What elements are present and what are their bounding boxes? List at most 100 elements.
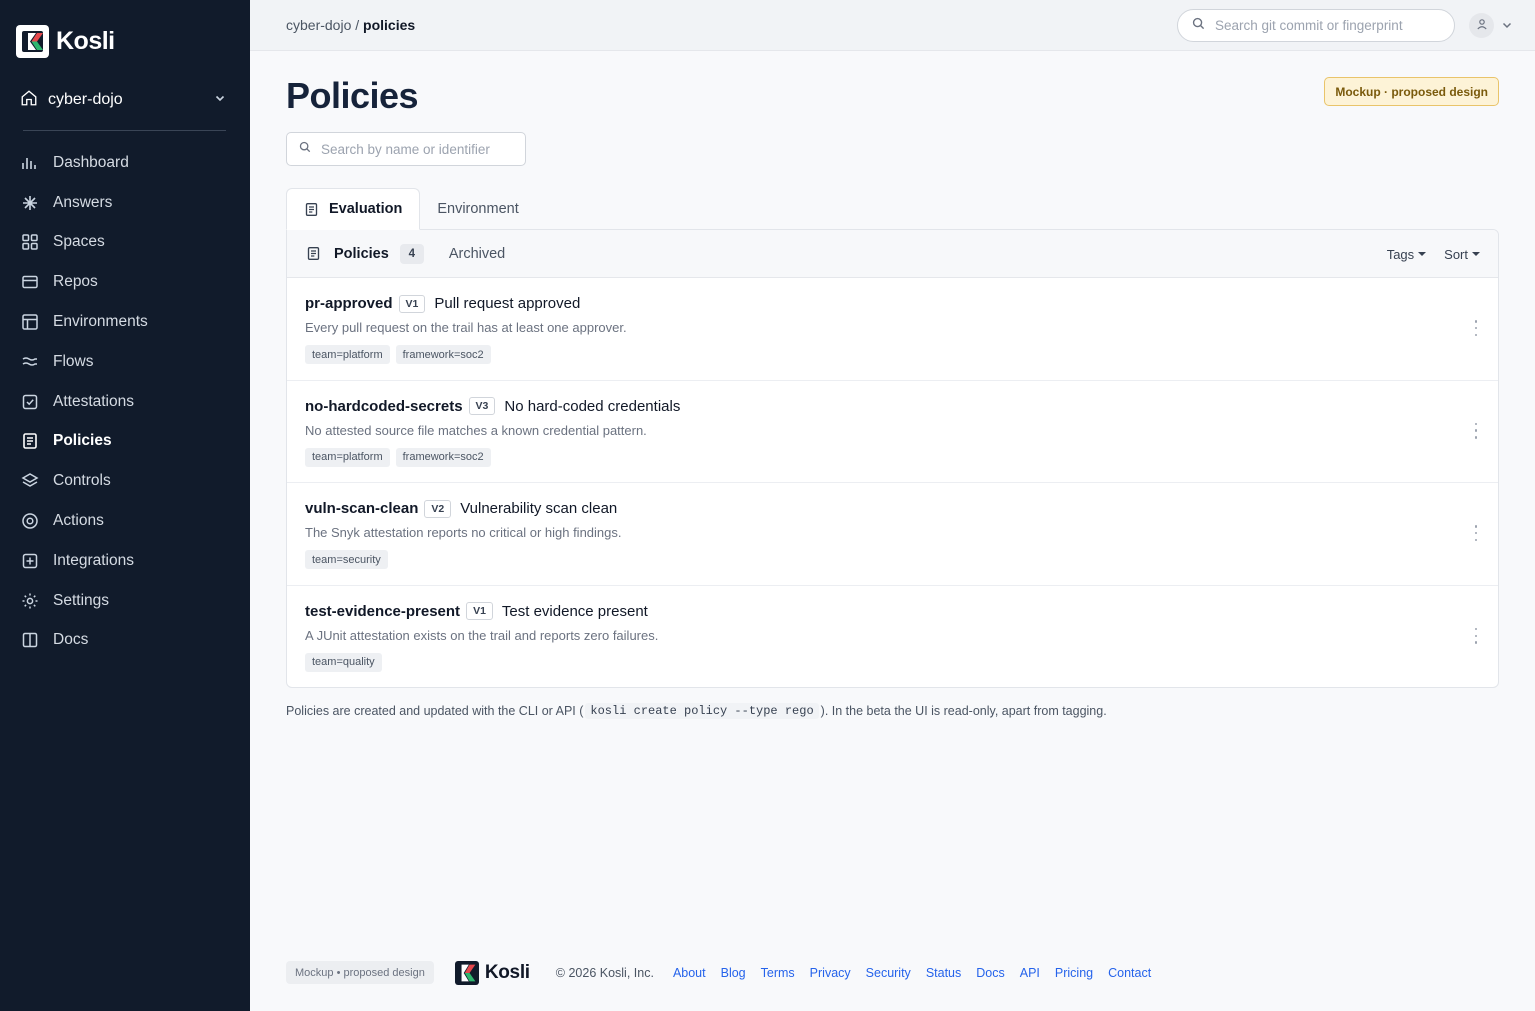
subtab-policies[interactable]: Policies 4	[306, 243, 424, 264]
policy-name: Test evidence present	[501, 602, 648, 620]
policy-row[interactable]: vuln-scan-clean V2 Vulnerability scan cl…	[287, 483, 1498, 586]
policy-name: Pull request approved	[434, 295, 581, 312]
avatar[interactable]	[1469, 13, 1494, 38]
tags-dropdown[interactable]: Tags	[1386, 246, 1427, 262]
more-options-icon[interactable]	[1472, 525, 1480, 542]
sidebar-item-actions[interactable]: Actions	[0, 501, 250, 541]
policy-id[interactable]: no-hardcoded-secrets	[305, 398, 463, 415]
kosli-logo[interactable]: Kosli	[16, 25, 115, 58]
tag-chip[interactable]: team=platform	[305, 345, 390, 364]
caret-down-icon	[1418, 252, 1427, 256]
policy-row[interactable]: pr-approved V1 Pull request approved Eve…	[287, 278, 1498, 381]
caret-down-icon	[1472, 252, 1480, 256]
sparkle-icon	[21, 194, 39, 212]
policy-id[interactable]: vuln-scan-clean	[305, 500, 418, 517]
tag-chip[interactable]: team=platform	[305, 447, 390, 467]
sidebar-item-policies[interactable]: Policies	[0, 422, 250, 462]
footer-logo[interactable]: Kosli	[454, 960, 530, 985]
policy-description: Every pull request on the trail has at l…	[305, 320, 627, 335]
version-badge: V1	[398, 294, 426, 313]
chevron-down-icon	[214, 91, 226, 109]
more-options-icon[interactable]	[1472, 320, 1480, 336]
sidebar-item-attestations[interactable]: Attestations	[0, 382, 250, 422]
policy-id[interactable]: test-evidence-present	[305, 603, 460, 620]
chevron-down-icon[interactable]	[1501, 18, 1513, 36]
global-search-input[interactable]	[1215, 18, 1445, 33]
tab-evaluation[interactable]: Evaluation	[286, 188, 421, 230]
policy-row[interactable]: test-evidence-present V1 Test evidence p…	[287, 586, 1498, 687]
document-icon	[21, 432, 39, 450]
footer-logo-text: Kosli	[484, 961, 530, 983]
gear-icon	[21, 592, 39, 610]
footer-link-docs[interactable]: Docs	[976, 966, 1004, 980]
sidebar-item-label: Docs	[53, 631, 89, 649]
policy-search-input[interactable]	[321, 141, 521, 157]
user-icon	[1476, 17, 1488, 35]
sidebar-nav: Dashboard Answers Spaces Repos Environme…	[0, 143, 250, 660]
tag-chip[interactable]: framework=soc2	[395, 345, 491, 364]
breadcrumb-separator: /	[351, 17, 364, 33]
sort-dropdown[interactable]: Sort	[1444, 247, 1480, 262]
sidebar-item-label: Actions	[53, 512, 104, 530]
tags-dropdown-label: Tags	[1386, 246, 1415, 262]
kosli-logo-icon	[16, 25, 49, 58]
footer-mockup-badge: Mockup • proposed design	[286, 961, 434, 984]
more-options-icon[interactable]	[1472, 422, 1480, 439]
sidebar-item-answers[interactable]: Answers	[0, 183, 250, 223]
footer-link-about[interactable]: About	[673, 966, 706, 980]
policy-name: Vulnerability scan clean	[460, 500, 618, 518]
panel-header: Policies 4 Archived Tags Sort	[287, 230, 1498, 278]
subtab-archived[interactable]: Archived	[449, 246, 505, 262]
footer-link-privacy[interactable]: Privacy	[810, 966, 851, 980]
global-search[interactable]	[1177, 9, 1455, 42]
document-icon	[306, 246, 321, 261]
sidebar-item-label: Environments	[53, 313, 148, 331]
layers-icon	[21, 472, 39, 490]
sidebar-item-repos[interactable]: Repos	[0, 262, 250, 302]
org-switcher[interactable]: cyber-dojo	[20, 88, 226, 112]
sidebar-item-controls[interactable]: Controls	[0, 461, 250, 501]
breadcrumb-org[interactable]: cyber-dojo	[286, 17, 351, 33]
policy-row[interactable]: no-hardcoded-secrets V3 No hard-coded cr…	[287, 381, 1498, 484]
footer-link-api[interactable]: API	[1020, 966, 1040, 980]
panel-controls: Tags Sort	[1369, 230, 1480, 278]
policy-tags: team=quality	[305, 652, 1480, 672]
policy-id[interactable]: pr-approved	[305, 295, 393, 312]
sidebar-item-settings[interactable]: Settings	[0, 581, 250, 621]
footer-link-pricing[interactable]: Pricing	[1055, 966, 1093, 980]
tag-chip[interactable]: team=quality	[305, 652, 382, 672]
mockup-badge: Mockup · proposed design	[1324, 77, 1499, 106]
sidebar-item-label: Attestations	[53, 392, 134, 410]
sidebar-item-docs[interactable]: Docs	[0, 621, 250, 661]
tag-chip[interactable]: framework=soc2	[395, 447, 491, 467]
tag-chip[interactable]: team=security	[305, 550, 388, 570]
search-icon	[1192, 17, 1205, 35]
sidebar-item-dashboard[interactable]: Dashboard	[0, 143, 250, 183]
footer-link-contact[interactable]: Contact	[1108, 966, 1151, 980]
sidebar-item-label: Controls	[53, 472, 111, 490]
footer-link-terms[interactable]: Terms	[761, 966, 795, 980]
logo-text: Kosli	[56, 27, 115, 55]
tab-environment[interactable]: Environment	[420, 188, 535, 230]
footer-link-status[interactable]: Status	[926, 966, 961, 980]
check-square-icon	[21, 393, 39, 411]
sidebar-item-integrations[interactable]: Integrations	[0, 541, 250, 581]
footer-link-security[interactable]: Security	[866, 966, 911, 980]
bar-chart-icon	[21, 154, 39, 172]
sidebar-item-label: Repos	[53, 273, 98, 291]
version-badge: V1	[466, 602, 493, 621]
org-name: cyber-dojo	[48, 91, 123, 108]
sidebar-item-environments[interactable]: Environments	[0, 302, 250, 342]
footer-link-blog[interactable]: Blog	[721, 966, 746, 980]
document-icon	[304, 202, 319, 217]
sidebar-item-flows[interactable]: Flows	[0, 342, 250, 382]
sidebar-item-spaces[interactable]: Spaces	[0, 223, 250, 263]
more-options-icon[interactable]	[1472, 627, 1480, 644]
repo-icon	[21, 273, 39, 291]
cli-command: kosli create policy --type rego	[585, 703, 819, 719]
breadcrumb-current: policies	[363, 17, 416, 33]
policy-search[interactable]	[286, 132, 526, 166]
sidebar-item-label: Flows	[53, 352, 94, 370]
search-icon	[299, 140, 311, 158]
sort-dropdown-label: Sort	[1444, 246, 1468, 262]
